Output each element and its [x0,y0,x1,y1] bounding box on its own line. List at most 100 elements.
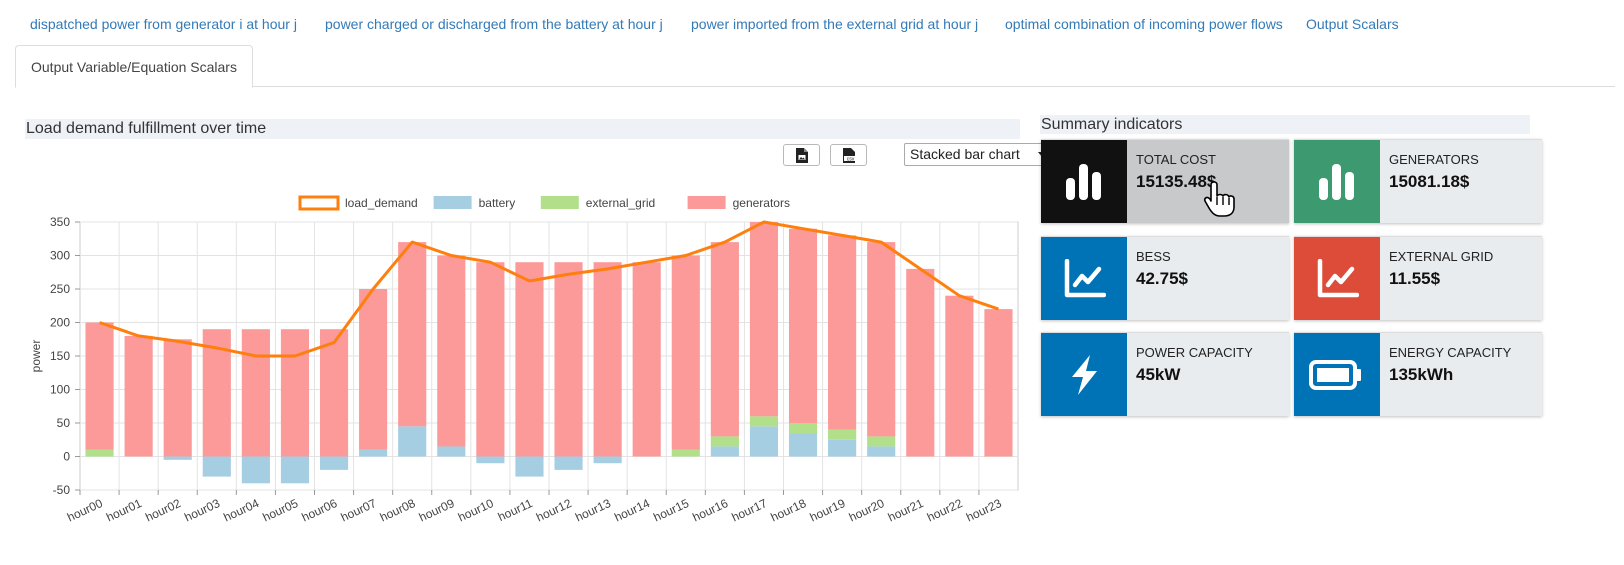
y-axis-label: power [29,340,43,373]
bar-battery [359,449,388,457]
bar-external-grid [671,449,700,457]
summary-panel-title: Summary indicators [1040,115,1530,134]
bar-generators [476,262,505,457]
generators-icon-box [1294,140,1380,223]
bar-generators [867,242,896,437]
bar-battery [319,456,349,470]
x-tick-label: hour13 [573,496,613,525]
tab-output-scalars[interactable]: Output Scalars [1306,16,1399,32]
bar-generators [671,255,700,450]
bar-external-grid [710,436,739,447]
bar-generators [124,335,153,457]
bar-generators [906,268,935,457]
bar-generators [945,295,974,457]
bess-card[interactable]: BESS 42.75$ [1041,236,1289,320]
bar-battery [280,456,310,484]
x-tick-label: hour00 [65,496,105,525]
x-tick-label: hour22 [925,496,965,525]
bar-generators [788,228,818,423]
power-capacity-icon-box [1041,333,1127,416]
external-grid-value: 11.55$ [1389,269,1441,288]
energy-capacity-card[interactable]: ENERGY CAPACITY 135kWh [1294,332,1542,416]
y-tick-label: 100 [50,383,70,397]
tab-dispatched-power[interactable]: dispatched power from generator i at hou… [30,16,297,32]
x-tick-label: hour23 [964,496,1004,525]
bar-battery [163,456,192,460]
bar-battery [710,446,739,457]
bar-external-grid [867,436,896,447]
tab-output-variable-equation-scalars[interactable]: Output Variable/Equation Scalars [15,45,253,88]
x-tick-label: hour04 [221,496,261,525]
y-tick-label: 50 [57,416,71,430]
image-file-icon [796,148,808,163]
external-grid-icon-box [1294,237,1380,320]
bar-external-grid [788,423,818,434]
line-chart-icon [1317,259,1359,298]
total-cost-icon-box [1041,140,1127,223]
total-cost-label: TOTAL COST [1136,152,1216,167]
x-tick-label: hour03 [182,496,222,525]
bar-external-grid [828,429,857,440]
generators-card[interactable]: GENERATORS 15081.18$ [1294,139,1542,223]
line-chart-icon [1064,259,1106,298]
x-tick-label: hour09 [417,496,457,525]
tab-external-grid-power[interactable]: power imported from the external grid at… [691,16,978,32]
bar-battery [202,456,231,477]
power-capacity-card[interactable]: POWER CAPACITY 45kW [1041,332,1289,416]
download-csv-button[interactable]: csv [830,144,867,166]
x-tick-label: hour06 [300,496,340,525]
svg-text:csv: csv [847,157,855,163]
external-grid-card[interactable]: EXTERNAL GRID 11.55$ [1294,236,1542,320]
bar-generators [515,262,544,457]
energy-capacity-label: ENERGY CAPACITY [1389,345,1512,360]
x-tick-label: hour07 [339,496,379,525]
bar-generators [984,309,1013,457]
bar-battery [867,446,896,457]
bar-generators [632,262,661,457]
bar-generators [437,255,466,447]
power-capacity-label: POWER CAPACITY [1136,345,1253,360]
x-tick-label: hour20 [847,496,887,525]
bess-icon-box [1041,237,1127,320]
tab-optimal-combination[interactable]: optimal combination of incoming power fl… [1005,16,1283,32]
bar-battery [437,446,466,457]
bar-chart-icon [1319,164,1354,200]
x-tick-label: hour21 [886,496,926,525]
download-image-button[interactable] [783,144,820,166]
x-tick-label: hour15 [651,496,691,525]
x-tick-label: hour01 [104,496,144,525]
generators-value: 15081.18$ [1389,172,1470,191]
y-tick-label: -50 [53,483,71,497]
bar-battery [554,456,583,470]
y-tick-label: 350 [50,215,70,229]
chart-type-selected: Stacked bar chart [910,146,1020,162]
chart-panel-title: Load demand fulfillment over time [25,119,1020,139]
bar-external-grid [85,449,114,457]
x-tick-label: hour12 [534,496,574,525]
x-tick-label: hour14 [612,496,652,525]
bar-battery [476,456,505,464]
load-demand-chart: -50050100150200250300350hour00 hour01 hour… [29,195,1019,525]
bess-label: BESS [1136,249,1171,264]
csv-file-icon: csv [843,148,857,163]
bar-battery [749,426,779,457]
legend-label-generators: generators [733,196,790,210]
y-tick-label: 150 [50,349,70,363]
bar-external-grid [749,416,779,427]
chart-type-select[interactable]: Stacked bar chart [904,143,1055,166]
tab-battery-power[interactable]: power charged or discharged from the bat… [325,16,663,32]
legend-swatch-battery [433,196,472,209]
legend-swatch-generators [687,196,726,209]
total-cost-card[interactable]: TOTAL COST 15135.48$ [1041,139,1289,223]
bar-battery [593,456,622,464]
bar-generators [593,262,622,457]
bar-generators [319,329,349,457]
bess-value: 42.75$ [1136,269,1188,288]
bar-generators [554,262,583,457]
y-tick-label: 250 [50,282,70,296]
bar-battery [241,456,270,484]
generators-label: GENERATORS [1389,152,1479,167]
bar-battery [788,433,818,457]
bar-generators [828,235,857,430]
legend-label-load-demand: load_demand [345,196,418,210]
